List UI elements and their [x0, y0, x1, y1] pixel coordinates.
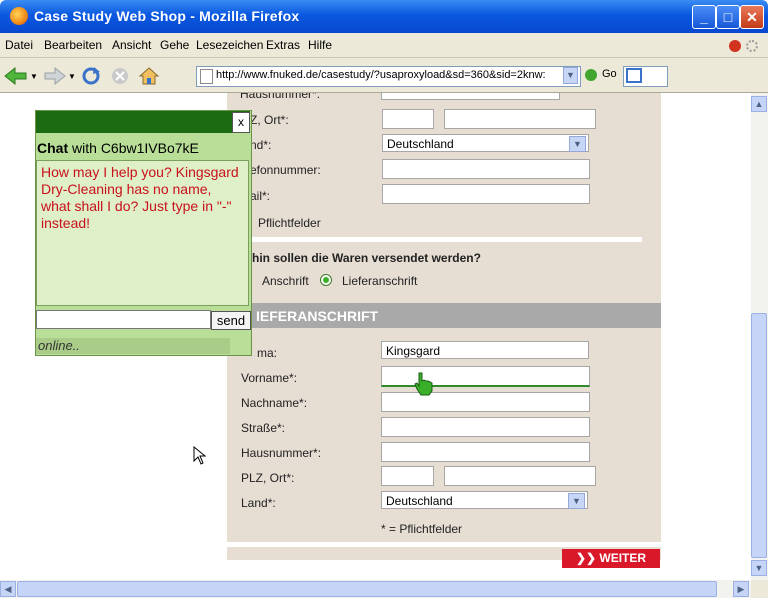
- telefon-input[interactable]: [382, 159, 590, 179]
- land-select-top[interactable]: Deutschland ▼: [382, 134, 589, 152]
- option-anschrift-label[interactable]: Anschrift: [262, 274, 309, 288]
- hand-cursor-icon: [414, 372, 433, 396]
- telefon-label: efonnummer:: [250, 163, 321, 177]
- chat-id: C6bw1IVBo7kE: [100, 140, 199, 156]
- ort-input[interactable]: [444, 466, 596, 486]
- hausnummer-label-top: Hausnummer*:: [240, 93, 321, 100]
- land-select-value: Deutschland: [386, 494, 453, 508]
- throbber-icon: [746, 40, 758, 52]
- forward-button[interactable]: [44, 66, 66, 86]
- stop-button[interactable]: [110, 66, 130, 86]
- land-select[interactable]: Deutschland ▼: [381, 491, 588, 509]
- chat-title-with: with: [72, 140, 97, 156]
- plz-input[interactable]: [381, 466, 434, 486]
- menu-hilfe[interactable]: Hilfe: [308, 38, 332, 52]
- window-title: Case Study Web Shop - Mozilla Firefox: [34, 8, 300, 24]
- scroll-left-icon[interactable]: ◀: [0, 581, 16, 597]
- hausnummer-input-top[interactable]: [381, 93, 560, 100]
- minimize-button[interactable]: _: [692, 5, 716, 29]
- home-button[interactable]: [138, 66, 160, 86]
- menu-ansicht[interactable]: Ansicht: [112, 38, 151, 52]
- back-dropdown-icon[interactable]: ▼: [30, 72, 38, 81]
- stop-status-icon: [729, 40, 741, 52]
- back-button[interactable]: [4, 66, 27, 86]
- menu-bearbeiten[interactable]: Bearbeiten: [44, 38, 102, 52]
- strasse-input[interactable]: [381, 417, 590, 437]
- menu-extras[interactable]: Extras: [266, 38, 300, 52]
- chat-close-button[interactable]: x: [232, 112, 250, 133]
- maximize-button[interactable]: □: [716, 5, 740, 29]
- reload-button[interactable]: [80, 66, 100, 86]
- land-label-top: nd*:: [250, 138, 272, 152]
- firma-input[interactable]: Kingsgard: [381, 341, 589, 359]
- option-lieferanschrift-label[interactable]: Lieferanschrift: [342, 274, 417, 288]
- email-input[interactable]: [382, 184, 590, 204]
- weiter-button[interactable]: ❯❯ WEITER: [562, 549, 660, 568]
- ort-input-top[interactable]: [444, 109, 596, 129]
- scroll-down-icon[interactable]: ▼: [751, 560, 767, 576]
- chevron-down-icon: ▼: [569, 136, 586, 152]
- go-button[interactable]: Go: [602, 68, 617, 80]
- forward-arrow-icon: [44, 66, 66, 86]
- weiter-label: WEITER: [599, 551, 647, 565]
- pflichtfelder-note: * = Pflichtfelder: [381, 522, 463, 536]
- nachname-label: Nachname*:: [241, 396, 308, 410]
- hausnummer-label: Hausnummer*:: [241, 446, 322, 460]
- land-select-top-value: Deutschland: [387, 137, 454, 151]
- chat-input[interactable]: [36, 310, 211, 329]
- pflichtfelder-note-top: Pflichtfelder: [258, 216, 321, 230]
- firefox-logo-icon: [10, 7, 28, 25]
- url-dropdown-icon[interactable]: ▼: [563, 67, 578, 84]
- plz-input-top[interactable]: [382, 109, 434, 129]
- chat-header-bar: [36, 111, 250, 133]
- chat-send-button[interactable]: send: [211, 311, 251, 330]
- reload-icon: [82, 67, 100, 85]
- google-search-icon: [626, 68, 642, 83]
- double-chevron-icon: ❯❯: [575, 551, 600, 565]
- stop-icon: [112, 68, 128, 84]
- radio-selected-dot: [323, 277, 329, 283]
- arrow-cursor-icon: [193, 446, 207, 465]
- scroll-corner: [751, 580, 768, 598]
- hausnummer-input[interactable]: [381, 442, 590, 462]
- go-icon[interactable]: [585, 69, 597, 81]
- chat-message-log: How may I help you? Kingsgard Dry-Cleani…: [36, 160, 249, 306]
- horizontal-scroll-thumb[interactable]: [17, 581, 717, 597]
- plz-label: PLZ, Ort*:: [241, 471, 295, 485]
- strasse-label: Straße*:: [241, 421, 286, 435]
- scroll-up-icon[interactable]: ▲: [751, 96, 767, 112]
- url-text[interactable]: http://www.fnuked.de/casestudy/?usaproxy…: [216, 69, 546, 81]
- menu-gehe[interactable]: Gehe: [160, 38, 189, 52]
- page-icon: [200, 69, 213, 84]
- menu-datei[interactable]: Datei: [5, 38, 33, 52]
- land-label: Land*:: [241, 496, 276, 510]
- divider: [250, 237, 642, 242]
- vorname-label: Vorname*:: [241, 371, 298, 385]
- plz-label-top: Z, Ort*:: [250, 113, 289, 127]
- close-button[interactable]: ✕: [740, 5, 764, 29]
- firma-label: ma:: [257, 346, 278, 360]
- radio-lieferanschrift[interactable]: [320, 274, 332, 286]
- scroll-right-icon[interactable]: ▶: [733, 581, 749, 597]
- vertical-scroll-thumb[interactable]: [751, 313, 767, 558]
- shipping-question: hin sollen die Waren versendet werden?: [252, 251, 481, 265]
- chat-status: online..: [36, 338, 230, 354]
- home-icon: [138, 67, 160, 85]
- menu-lesezeichen[interactable]: Lesezeichen: [196, 38, 263, 52]
- section-header-title: IEFERANSCHRIFT: [256, 308, 379, 324]
- chat-title-prefix: Chat: [37, 140, 69, 156]
- bottom-divider: [227, 542, 661, 547]
- chat-title: Chat with C6bw1IVBo7kE: [37, 140, 199, 156]
- forward-dropdown-icon[interactable]: ▼: [68, 72, 76, 81]
- email-label: ail*:: [250, 189, 271, 203]
- chevron-down-icon: ▼: [568, 493, 585, 509]
